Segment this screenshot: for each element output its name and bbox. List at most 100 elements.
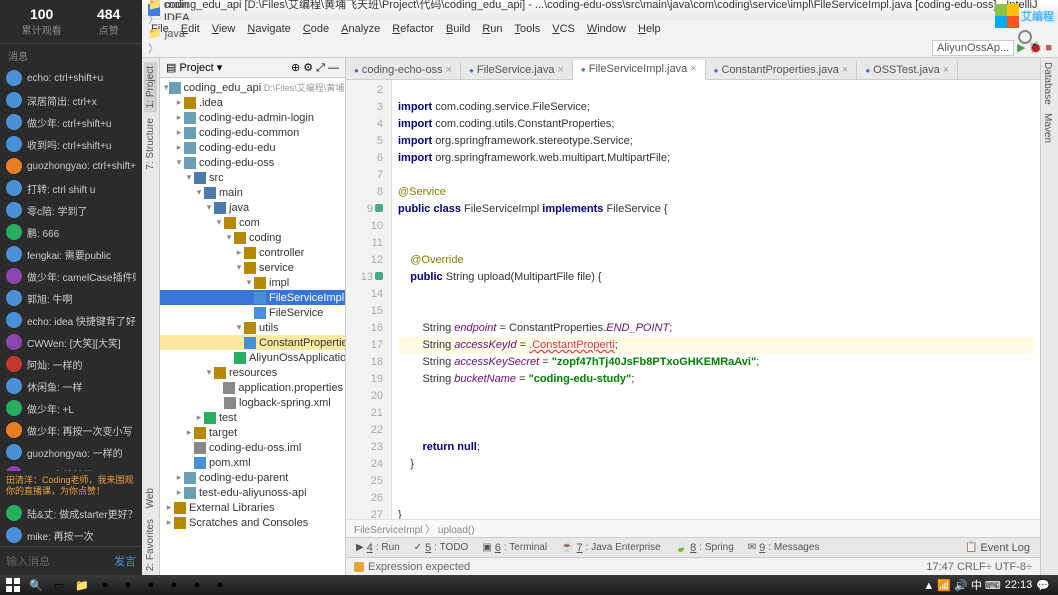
run-config-selector[interactable]: AliyunOssAp... (932, 40, 1014, 56)
tree-node[interactable]: ▸test (160, 410, 345, 425)
editor-tab[interactable]: ●ConstantProperties.java × (706, 61, 858, 79)
tree-node[interactable]: ▸target (160, 425, 345, 440)
menu-tools[interactable]: Tools (510, 22, 546, 36)
close-icon[interactable]: × (842, 64, 848, 76)
app-icon-5[interactable]: ● (186, 576, 208, 594)
menu-help[interactable]: Help (633, 22, 666, 36)
start-button[interactable] (2, 576, 24, 594)
tree-node[interactable]: ▾coding-edu-oss (160, 155, 345, 170)
windows-taskbar[interactable]: 🔍 ▭ 📁 ● ● ● ● ● ● ▲ 📶 🔊 中 ⌨ 22:13 💬 (0, 575, 1058, 595)
tab-favorites[interactable]: 2: Favorites (144, 515, 157, 575)
tree-node[interactable]: ▸coding-edu-edu (160, 140, 345, 155)
menu-code[interactable]: Code (298, 22, 334, 36)
bottom-tab-todo[interactable]: ✓ 5: TODO (408, 540, 475, 556)
app-icon-6[interactable]: ● (209, 576, 231, 594)
editor-tab[interactable]: ●OSSTest.java × (857, 61, 958, 79)
bottom-tab-terminal[interactable]: ▣ 6: Terminal (476, 540, 553, 556)
avatar (6, 180, 22, 196)
close-icon[interactable]: × (557, 64, 563, 76)
breadcrumb-item[interactable]: 📁 main (148, 0, 242, 11)
menu-build[interactable]: Build (441, 22, 475, 36)
title-bar: coding_edu_api [D:\Files\艾编程\黄埔飞天班\Proje… (142, 0, 1058, 20)
tree-node[interactable]: ▸.idea (160, 95, 345, 110)
tree-node[interactable]: ▾src (160, 170, 345, 185)
app-icon-3[interactable]: ● (140, 576, 162, 594)
chat-message: 零c陪: 学到了 (0, 199, 142, 221)
tree-node[interactable]: ▸External Libraries (160, 500, 345, 515)
stop-button[interactable]: ■ (1045, 42, 1052, 54)
avatar (6, 224, 22, 240)
tree-node[interactable]: ▸Scratches and Consoles (160, 515, 345, 530)
menu-navigate[interactable]: Navigate (242, 22, 295, 36)
close-icon[interactable]: × (943, 64, 949, 76)
menu-run[interactable]: Run (477, 22, 507, 36)
bottom-tab-run[interactable]: ▶ 4: Run (350, 540, 406, 556)
menu-window[interactable]: Window (582, 22, 631, 36)
avatar (6, 505, 22, 521)
app-icon-4[interactable]: ● (163, 576, 185, 594)
tree-node[interactable]: AliyunOssApplication (160, 350, 345, 365)
tree-node[interactable]: ▾resources (160, 365, 345, 380)
tree-node[interactable]: ▾utils (160, 320, 345, 335)
tree-node[interactable]: ▾java (160, 200, 345, 215)
tree-node[interactable]: logback-spring.xml (160, 395, 345, 410)
project-settings-icon[interactable]: ⊕ ⚙ ⤢ — (291, 61, 339, 75)
tab-project[interactable]: 1: Project (144, 62, 157, 112)
chat-message: 阿灿: 一样的 (0, 353, 142, 375)
tree-node[interactable]: application.properties (160, 380, 345, 395)
tab-maven[interactable]: Maven (1041, 109, 1054, 147)
project-tree[interactable]: ▾coding_edu_api D:\Files\艾编程\黄埔飞天班\Proje… (160, 78, 345, 575)
editor-tab[interactable]: ●coding-echo-oss × (346, 61, 461, 79)
close-icon[interactable]: × (690, 63, 696, 75)
tree-node[interactable]: ▾coding (160, 230, 345, 245)
search-icon[interactable] (1018, 30, 1032, 44)
tree-node[interactable]: FileService (160, 305, 345, 320)
app-icon-2[interactable]: ● (117, 576, 139, 594)
tree-node[interactable]: pom.xml (160, 455, 345, 470)
ide-window: 艾编程 coding_edu_api [D:\Files\艾编程\黄埔飞天班\P… (142, 0, 1058, 575)
tree-node[interactable]: ▾impl (160, 275, 345, 290)
tray-icons[interactable]: ▲ 📶 🔊 中 ⌨ (923, 577, 1000, 593)
bottom-tab-spring[interactable]: 🍃 8: Spring (669, 540, 740, 556)
editor-breadcrumb[interactable]: FileServiceImpl 〉 upload() (346, 519, 1040, 537)
file-explorer-icon[interactable]: 📁 (71, 576, 93, 594)
tree-node[interactable]: ▾coding_edu_api D:\Files\艾编程\黄埔飞天班\Proje… (160, 80, 345, 95)
clock[interactable]: 22:13 (1005, 579, 1033, 591)
task-view-icon[interactable]: ▭ (48, 576, 70, 594)
event-log-button[interactable]: 📋 Event Log (959, 540, 1036, 556)
system-tray[interactable]: ▲ 📶 🔊 中 ⌨ 22:13 💬 (923, 577, 1056, 593)
menu-vcs[interactable]: VCS (547, 22, 580, 36)
app-icon-1[interactable]: ● (94, 576, 116, 594)
tree-node[interactable]: ConstantProperties (160, 335, 345, 350)
bottom-tab-java-enterprise[interactable]: ☕ 7: Java Enterprise (555, 540, 667, 556)
tree-node[interactable]: ▾service (160, 260, 345, 275)
notification-icon[interactable]: 💬 (1036, 579, 1050, 592)
close-icon[interactable]: × (446, 64, 452, 76)
tree-node[interactable]: ▸controller (160, 245, 345, 260)
debug-button[interactable]: 🐞 (1029, 41, 1043, 54)
tab-web[interactable]: Web (144, 484, 157, 512)
tab-database[interactable]: Database (1041, 58, 1054, 109)
editor-tab[interactable]: ●FileService.java × (461, 61, 573, 79)
chat-message-list[interactable]: echo: ctrl+shift+u深居简出: ctrl+x做少年: ctrl+… (0, 67, 142, 471)
tab-structure[interactable]: 7: Structure (144, 114, 157, 174)
chat-send-button[interactable]: 发言 (114, 553, 136, 569)
tree-node[interactable]: ▸coding-edu-common (160, 125, 345, 140)
tree-node[interactable]: coding-edu-oss.iml (160, 440, 345, 455)
bottom-tab-messages[interactable]: ✉ 9: Messages (742, 540, 826, 556)
tree-node[interactable]: ▸test-edu-aliyunoss-api (160, 485, 345, 500)
status-cursor-info[interactable]: 17:47 CRLF÷ UTF-8÷ (926, 561, 1032, 573)
tree-node[interactable]: ▸coding-edu-admin-login (160, 110, 345, 125)
tree-node[interactable]: FileServiceImpl (160, 290, 345, 305)
code-area[interactable]: import com.coding.service.FileService;im… (392, 80, 1040, 519)
tree-node[interactable]: ▾com (160, 215, 345, 230)
chat-input[interactable]: 输入消息 (6, 553, 50, 569)
menu-refactor[interactable]: Refactor (387, 22, 439, 36)
menu-analyze[interactable]: Analyze (336, 22, 385, 36)
breadcrumb-item[interactable]: 📁 java (148, 27, 242, 40)
tree-node[interactable]: ▸coding-edu-parent (160, 470, 345, 485)
tree-node[interactable]: ▾main (160, 185, 345, 200)
editor-tab[interactable]: ●FileServiceImpl.java × (573, 60, 706, 80)
code-editor[interactable]: 2345678910111213141516171819202122232425… (346, 80, 1040, 519)
search-taskbar-icon[interactable]: 🔍 (25, 576, 47, 594)
